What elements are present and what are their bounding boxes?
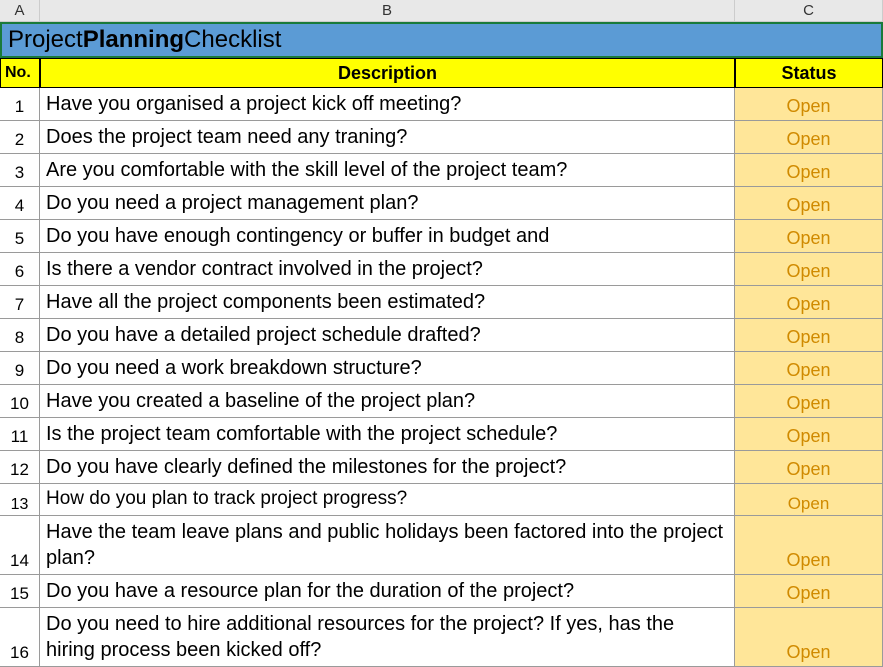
header-status[interactable]: Status xyxy=(735,58,883,88)
cell-description[interactable]: Have all the project components been est… xyxy=(40,286,735,319)
cell-status[interactable]: Open xyxy=(735,352,883,385)
cell-no[interactable]: 4 xyxy=(0,187,40,220)
table-row: 9Do you need a work breakdown structure?… xyxy=(0,352,883,385)
cell-status[interactable]: Open xyxy=(735,286,883,319)
table-row: 10Have you created a baseline of the pro… xyxy=(0,385,883,418)
cell-no[interactable]: 9 xyxy=(0,352,40,385)
cell-description[interactable]: How do you plan to track project progres… xyxy=(40,484,735,516)
cell-no[interactable]: 13 xyxy=(0,484,40,516)
table-row: 12Do you have clearly defined the milest… xyxy=(0,451,883,484)
cell-status[interactable]: Open xyxy=(735,516,883,575)
table-row: 8Do you have a detailed project schedule… xyxy=(0,319,883,352)
cell-description[interactable]: Have the team leave plans and public hol… xyxy=(40,516,735,575)
cell-description[interactable]: Do you need a work breakdown structure? xyxy=(40,352,735,385)
title-part1: Project xyxy=(8,26,83,54)
header-row: No. Description Status xyxy=(0,58,883,88)
cell-description[interactable]: Is the project team comfortable with the… xyxy=(40,418,735,451)
cell-status[interactable]: Open xyxy=(735,484,883,516)
cell-no[interactable]: 11 xyxy=(0,418,40,451)
table-row: 1Have you organised a project kick off m… xyxy=(0,88,883,121)
header-description[interactable]: Description xyxy=(40,58,735,88)
cell-description[interactable]: Do you have clearly defined the mileston… xyxy=(40,451,735,484)
title-bold: Planning xyxy=(83,26,184,54)
table-row: 4Do you need a project management plan?O… xyxy=(0,187,883,220)
cell-no[interactable]: 12 xyxy=(0,451,40,484)
cell-status[interactable]: Open xyxy=(735,187,883,220)
cell-status[interactable]: Open xyxy=(735,418,883,451)
table-row: 2Does the project team need any traning?… xyxy=(0,121,883,154)
col-header-b[interactable]: B xyxy=(40,0,735,22)
title-row: Project Planning Checklist xyxy=(0,22,883,58)
table-row: 13How do you plan to track project progr… xyxy=(0,484,883,516)
title-cell[interactable]: Project Planning Checklist xyxy=(0,22,883,58)
table-row: 3Are you comfortable with the skill leve… xyxy=(0,154,883,187)
column-headers: A B C xyxy=(0,0,883,22)
header-no[interactable]: No. xyxy=(0,58,40,88)
cell-status[interactable]: Open xyxy=(735,253,883,286)
cell-no[interactable]: 3 xyxy=(0,154,40,187)
table-row: 15Do you have a resource plan for the du… xyxy=(0,575,883,608)
table-row: 11Is the project team comfortable with t… xyxy=(0,418,883,451)
table-row: 5Do you have enough contingency or buffe… xyxy=(0,220,883,253)
title-part2: Checklist xyxy=(184,26,281,54)
cell-description[interactable]: Do you have a detailed project schedule … xyxy=(40,319,735,352)
cell-no[interactable]: 1 xyxy=(0,88,40,121)
cell-no[interactable]: 8 xyxy=(0,319,40,352)
cell-status[interactable]: Open xyxy=(735,154,883,187)
cell-description[interactable]: Have you created a baseline of the proje… xyxy=(40,385,735,418)
table-row: 6Is there a vendor contract involved in … xyxy=(0,253,883,286)
cell-description[interactable]: Do you have a resource plan for the dura… xyxy=(40,575,735,608)
cell-status[interactable]: Open xyxy=(735,88,883,121)
cell-description[interactable]: Does the project team need any traning? xyxy=(40,121,735,154)
cell-description[interactable]: Do you need a project management plan? xyxy=(40,187,735,220)
cell-status[interactable]: Open xyxy=(735,220,883,253)
cell-no[interactable]: 6 xyxy=(0,253,40,286)
cell-no[interactable]: 7 xyxy=(0,286,40,319)
cell-no[interactable]: 14 xyxy=(0,516,40,575)
cell-status[interactable]: Open xyxy=(735,121,883,154)
cell-description[interactable]: Are you comfortable with the skill level… xyxy=(40,154,735,187)
cell-no[interactable]: 15 xyxy=(0,575,40,608)
cell-description[interactable]: Is there a vendor contract involved in t… xyxy=(40,253,735,286)
cell-status[interactable]: Open xyxy=(735,575,883,608)
cell-status[interactable]: Open xyxy=(735,451,883,484)
cell-no[interactable]: 5 xyxy=(0,220,40,253)
cell-description[interactable]: Do you have enough contingency or buffer… xyxy=(40,220,735,253)
col-header-a[interactable]: A xyxy=(0,0,40,22)
cell-status[interactable]: Open xyxy=(735,385,883,418)
table-row: 14Have the team leave plans and public h… xyxy=(0,516,883,575)
cell-no[interactable]: 10 xyxy=(0,385,40,418)
spreadsheet: A B C Project Planning Checklist No. Des… xyxy=(0,0,883,667)
col-header-c[interactable]: C xyxy=(735,0,883,22)
cell-no[interactable]: 2 xyxy=(0,121,40,154)
rows-container: 1Have you organised a project kick off m… xyxy=(0,88,883,667)
cell-status[interactable]: Open xyxy=(735,319,883,352)
cell-description[interactable]: Have you organised a project kick off me… xyxy=(40,88,735,121)
table-row: 7Have all the project components been es… xyxy=(0,286,883,319)
